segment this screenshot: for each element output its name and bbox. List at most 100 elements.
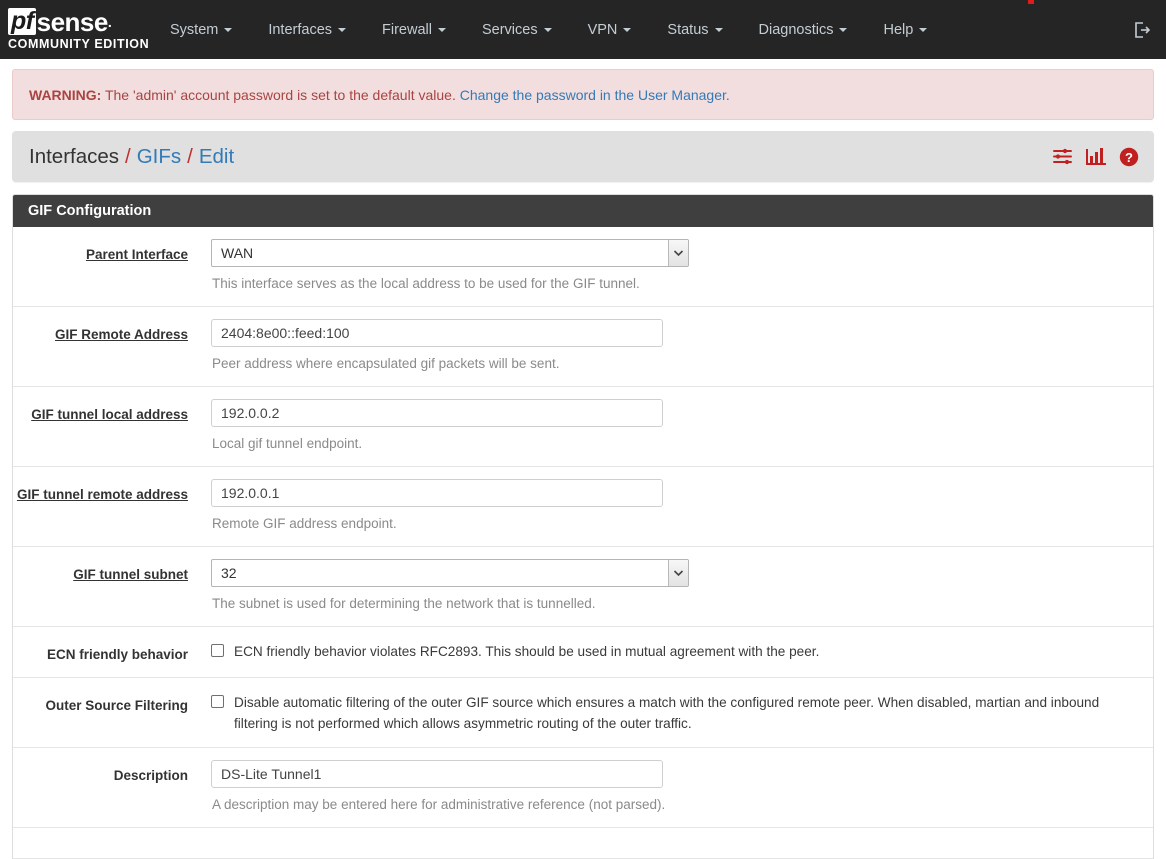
chevron-down-icon [543,27,552,32]
field-row-description: Description A description may be entered… [13,748,1153,828]
field-row-ecn-friendly-behavior: ECN friendly behavior ECN friendly behav… [13,627,1153,678]
chevron-down-icon [437,27,446,32]
nav-item-vpn[interactable]: VPN [575,16,645,44]
password-warning-banner: WARNING: The 'admin' account password is… [12,69,1154,120]
help-parent-interface: This interface serves as the local addre… [212,276,640,291]
brand-logo[interactable]: pf sense. COMMUNITY EDITION [0,8,152,51]
outer-source-filtering-checkbox-label[interactable]: Disable automatic filtering of the outer… [234,692,1139,734]
nav-item-interfaces[interactable]: Interfaces [255,16,359,44]
gif-tunnel-local-address-input[interactable] [211,399,663,427]
label-gif-remote-address: GIF Remote Address [54,327,188,342]
label-gif-tunnel-subnet: GIF tunnel subnet [73,567,188,582]
nav-item-firewall[interactable]: Firewall [369,16,459,44]
field-row-spacer-1 [13,828,1153,859]
nav-item-vpn-label: VPN [587,21,618,38]
help-gif-tunnel-subnet: The subnet is used for determining the n… [212,596,596,611]
chevron-down-icon [224,27,233,32]
ecn-friendly-behavior-checkbox-label[interactable]: ECN friendly behavior violates RFC2893. … [234,641,819,662]
breadcrumb-bar: Interfaces / GIFs / Edit ? [12,131,1154,182]
bar-chart-icon[interactable] [1086,147,1106,166]
nav-item-status-label: Status [667,21,709,38]
nav-menu: System Interfaces Firewall Services VPN … [152,16,1132,44]
gif-tunnel-remote-address-input[interactable] [211,479,663,507]
ecn-friendly-behavior-checkbox[interactable] [211,644,224,657]
brand-trademark-dot: . [107,13,112,30]
control-gif-tunnel-remote-address: Remote GIF address endpoint. [198,479,1153,533]
nav-item-system[interactable]: System [157,16,245,44]
label-gif-tunnel-local-address: GIF tunnel local address [31,407,188,422]
help-gif-tunnel-local-address: Local gif tunnel endpoint. [212,436,363,451]
parent-interface-select[interactable]: WAN [211,239,689,267]
outer-source-filtering-checkbox[interactable] [211,695,224,708]
brand-subtitle: COMMUNITY EDITION [8,37,150,52]
chevron-down-icon [919,27,928,32]
outer-source-filtering-checkbox-row: Disable automatic filtering of the outer… [211,690,1139,734]
nav-item-services-label: Services [481,21,538,38]
label-ecn-friendly-behavior: ECN friendly behavior [46,647,188,662]
label-outer-source-filtering: Outer Source Filtering [45,698,188,713]
help-icon[interactable]: ? [1119,147,1139,167]
field-row-parent-interface: Parent Interface WAN This interface serv… [13,227,1153,307]
red-artifact-pixel [1028,0,1034,4]
nav-item-help[interactable]: Help [870,16,940,44]
sliders-icon[interactable] [1052,147,1073,166]
gif-configuration-panel: GIF Configuration Parent Interface WAN T… [12,194,1154,859]
field-row-gif-remote-address: GIF Remote Address Peer address where en… [13,307,1153,387]
label-parent-interface: Parent Interface [85,247,188,262]
nav-item-interfaces-label: Interfaces [268,21,333,38]
help-gif-remote-address: Peer address where encapsulated gif pack… [212,356,560,371]
help-gif-tunnel-remote-address: Remote GIF address endpoint. [212,516,397,531]
control-description: A description may be entered here for ad… [198,760,1153,814]
breadcrumb-separator: / [187,144,193,168]
breadcrumb-current-edit[interactable]: Edit [199,145,234,168]
warning-prefix: WARNING: [29,86,102,103]
nav-item-firewall-label: Firewall [382,21,432,38]
nav-item-system-label: System [170,21,219,38]
control-outer-source-filtering: Disable automatic filtering of the outer… [198,690,1153,734]
brand-pf-mark: pf [8,8,36,36]
field-row-gif-tunnel-remote-address: GIF tunnel remote address Remote GIF add… [13,467,1153,547]
nav-item-help-label: Help [883,21,914,38]
top-navigation-bar: pf sense. COMMUNITY EDITION System Interf… [0,0,1166,59]
gif-tunnel-subnet-selected-value: 32 [221,565,237,581]
gif-tunnel-subnet-select[interactable]: 32 [211,559,689,587]
nav-item-diagnostics-label: Diagnostics [758,21,834,38]
help-description: A description may be entered here for ad… [212,797,666,812]
nav-item-diagnostics[interactable]: Diagnostics [746,16,861,44]
description-input[interactable] [211,760,663,788]
nav-item-status[interactable]: Status [654,16,735,44]
parent-interface-selected-value: WAN [221,245,254,261]
chevron-down-icon [839,27,848,32]
chevron-down-icon [338,27,347,32]
change-password-link[interactable]: Change the password in the User Manager. [460,87,730,103]
chevron-down-icon[interactable] [668,560,688,586]
control-gif-tunnel-subnet: 32 The subnet is used for determining th… [198,559,1153,613]
brand-logo-text: pf sense. [8,6,152,37]
gif-remote-address-input[interactable] [211,319,663,347]
control-gif-tunnel-local-address: Local gif tunnel endpoint. [198,399,1153,453]
breadcrumb-root: Interfaces [29,144,120,168]
breadcrumb-container: Interfaces / GIFs / Edit ? [0,120,1166,182]
field-row-outer-source-filtering: Outer Source Filtering Disable automatic… [13,678,1153,748]
breadcrumb-separator: / [125,144,131,168]
brand-sense-text: sense [36,6,109,37]
field-row-gif-tunnel-local-address: GIF tunnel local address Local gif tunne… [13,387,1153,467]
ecn-friendly-behavior-checkbox-row: ECN friendly behavior violates RFC2893. … [211,639,1139,662]
breadcrumb-link-gifs[interactable]: GIFs [137,145,181,168]
control-gif-remote-address: Peer address where encapsulated gif pack… [198,319,1153,373]
field-row-gif-tunnel-subnet: GIF tunnel subnet 32 The subnet is used … [13,547,1153,627]
nav-item-services[interactable]: Services [469,16,565,44]
control-parent-interface: WAN This interface serves as the local a… [198,239,1153,293]
chevron-down-icon [623,27,632,32]
form-panel-container: GIF Configuration Parent Interface WAN T… [0,182,1166,859]
chevron-down-icon [714,27,723,32]
label-gif-tunnel-remote-address: GIF tunnel remote address [16,487,188,502]
control-ecn-friendly-behavior: ECN friendly behavior violates RFC2893. … [198,639,1153,664]
svg-text:?: ? [1125,149,1133,164]
breadcrumb: Interfaces / GIFs / Edit [29,145,234,169]
chevron-down-icon[interactable] [668,240,688,266]
breadcrumb-action-icons: ? [1052,147,1139,167]
panel-title: GIF Configuration [13,195,1153,227]
logout-icon[interactable] [1132,20,1152,40]
label-description: Description [113,768,188,783]
